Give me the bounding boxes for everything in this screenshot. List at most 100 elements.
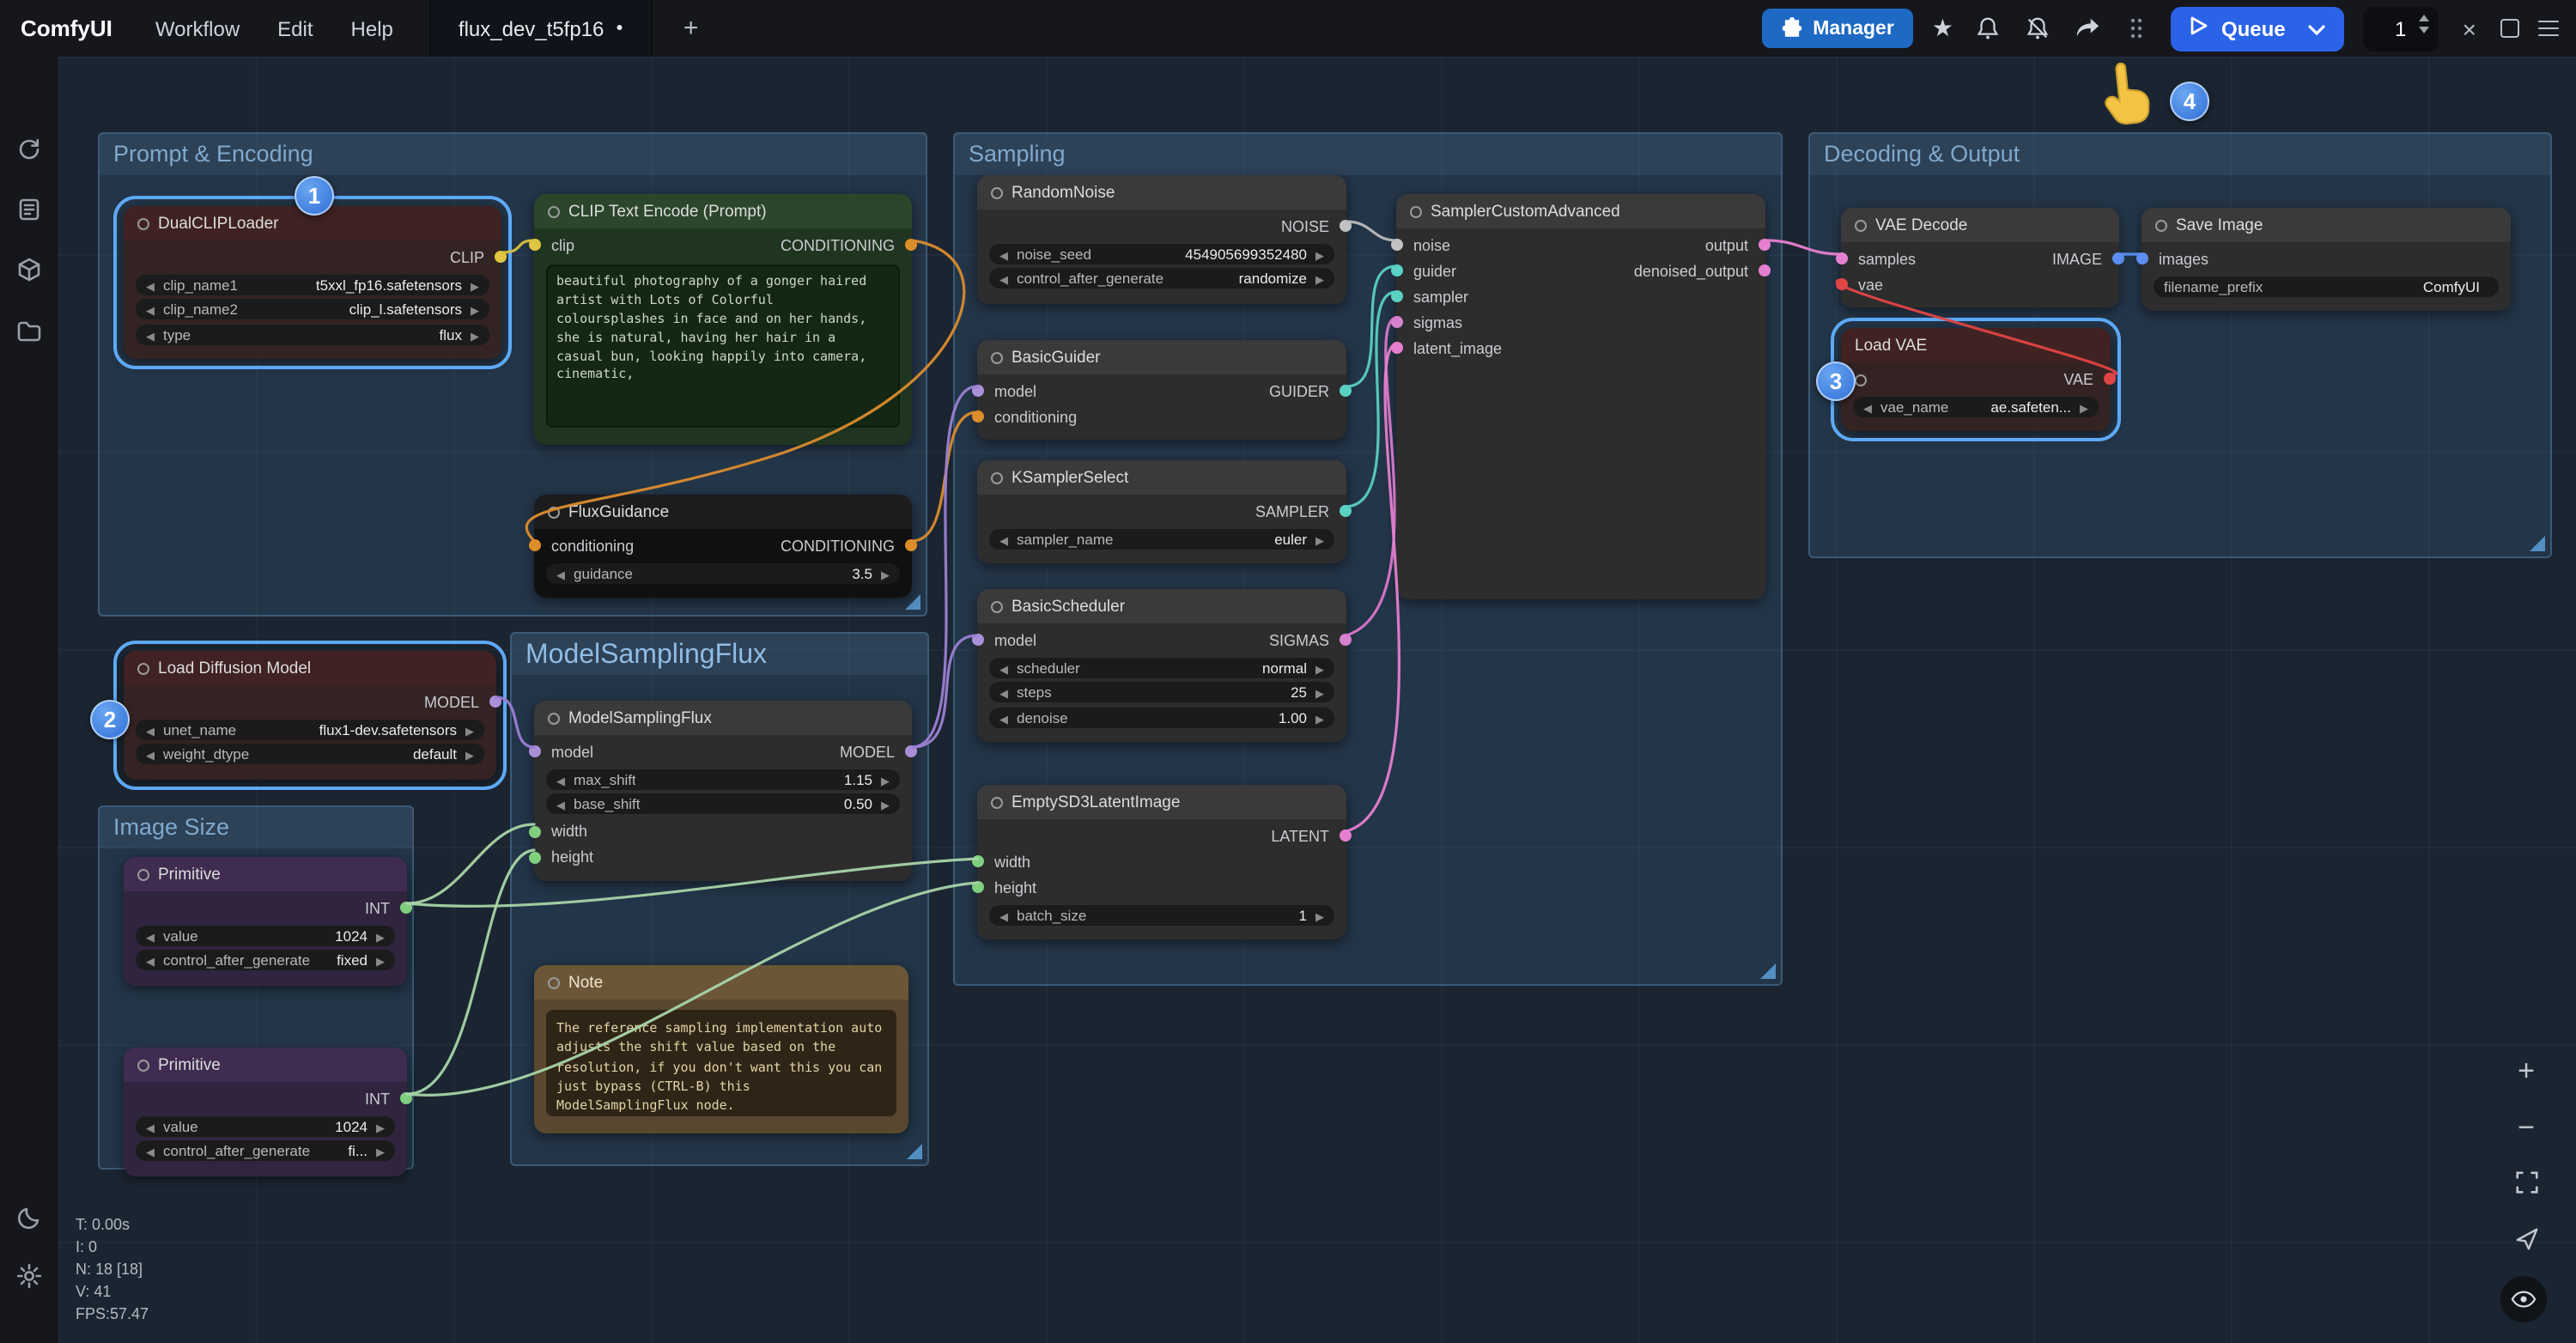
right-arrow-icon[interactable] (881, 564, 890, 581)
output-slot-denoised-output[interactable] (1759, 264, 1771, 276)
zoom-in-button[interactable]: + (2504, 1054, 2549, 1089)
widget-batch_size[interactable]: batch_size1 (989, 904, 1334, 925)
toggle-visibility-button[interactable] (2500, 1276, 2547, 1322)
queue-button[interactable]: Queue (2172, 6, 2344, 51)
node-saveimage[interactable]: Save Image images filename_prefixComfyUI (2142, 208, 2511, 311)
widget-unet_name[interactable]: unet_nameflux1-dev.safetensors (136, 719, 484, 739)
collapse-dot[interactable] (991, 600, 1003, 612)
input-slot-height[interactable] (972, 881, 984, 893)
widget-clip_name1[interactable]: clip_name1t5xxl_fp16.safetensors (136, 274, 489, 295)
collapse-dot[interactable] (137, 1059, 149, 1071)
widget-sampler_name[interactable]: sampler_nameeuler (989, 528, 1334, 549)
output-slot-sampler[interactable] (1340, 505, 1352, 517)
input-slot-samples[interactable] (1836, 252, 1848, 264)
left-arrow-icon[interactable] (999, 530, 1008, 547)
left-arrow-icon[interactable] (146, 276, 155, 293)
collapse-dot[interactable] (991, 796, 1003, 808)
prompt-textarea[interactable]: beautiful photography of a gonger haired… (546, 264, 900, 428)
collapse-dot[interactable] (991, 351, 1003, 363)
input-slot-model[interactable] (972, 634, 984, 646)
right-arrow-icon[interactable] (881, 770, 890, 787)
manager-button[interactable]: Manager (1761, 9, 1913, 48)
group-resize-handle[interactable] (1760, 963, 1776, 979)
output-slot-guider[interactable] (1340, 385, 1352, 397)
menu-edit[interactable]: Edit (258, 16, 331, 40)
right-arrow-icon[interactable] (465, 745, 474, 763)
count-steppers[interactable] (2418, 13, 2430, 33)
node-header[interactable]: Primitive (124, 857, 407, 891)
new-workflow-button[interactable]: + (673, 14, 709, 43)
collapse-dot[interactable] (1855, 219, 1867, 231)
output-slot-output[interactable] (1759, 239, 1771, 251)
bell-icon[interactable] (1972, 13, 2003, 44)
right-arrow-icon[interactable] (1315, 659, 1324, 676)
chevron-down-icon[interactable] (2308, 16, 2325, 40)
collapse-dot[interactable] (991, 186, 1003, 198)
widget-base_shift[interactable]: base_shift0.50 (546, 793, 900, 814)
node-header[interactable]: BasicGuider (977, 340, 1346, 374)
input-slot-guider[interactable] (1391, 264, 1403, 276)
input-slot-model[interactable] (529, 745, 541, 757)
left-arrow-icon[interactable] (999, 270, 1008, 287)
batch-count-input[interactable]: 1 (2363, 6, 2439, 51)
widget-vae_name[interactable]: vae_nameae.safeten... (1853, 396, 2099, 416)
output-slot-image[interactable] (2112, 252, 2124, 264)
node-loadvae[interactable]: Load VAE VAE vae_nameae.safeten... (1841, 328, 2111, 431)
theme-moon-icon[interactable] (15, 1204, 43, 1231)
widget-steps[interactable]: steps25 (989, 682, 1334, 702)
queue-list-icon[interactable] (15, 196, 43, 223)
collapse-dot[interactable] (1855, 374, 1867, 386)
collapse-dot[interactable] (991, 471, 1003, 483)
input-slot-conditioning[interactable] (972, 410, 984, 422)
widget-noise_seed[interactable]: noise_seed454905699352480 (989, 243, 1334, 264)
star-icon[interactable]: ★ (1932, 14, 1953, 43)
history-icon[interactable] (15, 136, 43, 163)
menu-workflow[interactable]: Workflow (137, 16, 258, 40)
node-fluxguidance[interactable]: FluxGuidance conditioning CONDITIONING g… (534, 495, 912, 598)
output-slot-sigmas[interactable] (1340, 634, 1352, 646)
workflow-tab[interactable]: flux_dev_t5fp16 ● (429, 0, 653, 57)
widget-type[interactable]: typeflux (136, 324, 489, 344)
node-header[interactable]: RandomNoise (977, 175, 1346, 210)
settings-gear-icon[interactable] (15, 1262, 43, 1290)
hamburger-menu-icon[interactable] (2538, 20, 2559, 37)
close-icon[interactable]: × (2458, 15, 2482, 42)
left-arrow-icon[interactable] (146, 927, 155, 944)
input-slot-width[interactable] (972, 855, 984, 867)
node-header[interactable]: Load VAE (1841, 328, 2111, 362)
left-arrow-icon[interactable] (146, 325, 155, 343)
output-slot-model[interactable] (905, 745, 917, 757)
node-primitive-width[interactable]: Primitive INT value1024 control_after_ge… (124, 857, 407, 985)
collapse-dot[interactable] (137, 217, 149, 229)
right-arrow-icon[interactable] (881, 795, 890, 812)
left-arrow-icon[interactable] (556, 564, 565, 581)
node-header[interactable]: Primitive (124, 1048, 407, 1082)
left-arrow-icon[interactable] (556, 795, 565, 812)
input-slot-clip[interactable] (529, 239, 541, 251)
right-arrow-icon[interactable] (1315, 708, 1324, 726)
right-arrow-icon[interactable] (471, 276, 479, 293)
node-modelsamplingflux[interactable]: ModelSamplingFlux model MODEL max_shift1… (534, 701, 912, 880)
widget-control_after_generate[interactable]: control_after_generatefi... (136, 1140, 395, 1161)
widget-value[interactable]: value1024 (136, 1115, 395, 1136)
node-randomnoise[interactable]: RandomNoise NOISE noise_seed454905699352… (977, 175, 1346, 303)
node-library-icon[interactable] (15, 256, 43, 283)
collapse-dot[interactable] (137, 662, 149, 674)
fit-view-button[interactable] (2504, 1170, 2549, 1195)
right-arrow-icon[interactable] (471, 301, 479, 318)
folder-icon[interactable] (15, 318, 43, 345)
node-header[interactable]: CLIP Text Encode (Prompt) (534, 194, 912, 228)
left-arrow-icon[interactable] (146, 301, 155, 318)
right-arrow-icon[interactable] (1315, 530, 1324, 547)
node-header[interactable]: Note (534, 965, 908, 1000)
collapse-dot[interactable] (137, 868, 149, 880)
node-emptysd3latentimage[interactable]: EmptySD3LatentImage LATENT width height … (977, 785, 1346, 939)
left-arrow-icon[interactable] (146, 1142, 155, 1159)
collapse-dot[interactable] (548, 205, 560, 217)
node-basicguider[interactable]: BasicGuider model GUIDER conditioning (977, 340, 1346, 440)
group-resize-handle[interactable] (907, 1144, 922, 1159)
right-arrow-icon[interactable] (376, 1142, 385, 1159)
grip-dots-icon[interactable] (2122, 13, 2153, 44)
widget-weight_dtype[interactable]: weight_dtypedefault (136, 744, 484, 764)
input-slot-model[interactable] (972, 385, 984, 397)
